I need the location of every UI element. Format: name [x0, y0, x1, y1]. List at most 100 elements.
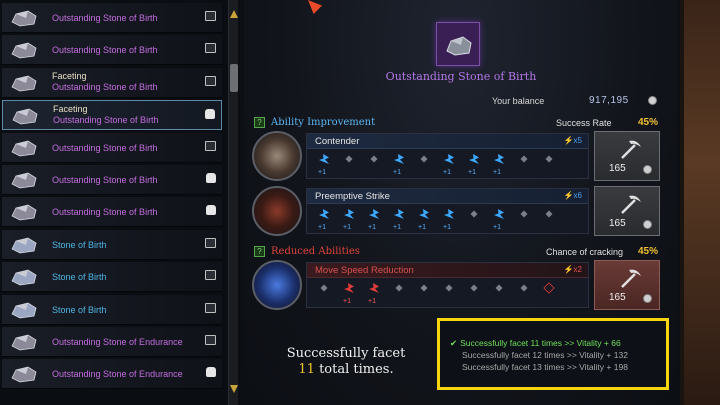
- result-text: Successfully facet 13 times >> Vitality …: [462, 362, 628, 372]
- success-facet-slot: [494, 209, 504, 219]
- crack-chance-value: 45%: [638, 246, 659, 257]
- list-item-status: Faceting: [52, 70, 87, 81]
- facet-cost: 165: [609, 218, 626, 229]
- empty-facet-slot: [470, 284, 478, 292]
- success-facet-slot: [444, 209, 454, 219]
- success-facet-slot: [469, 154, 479, 164]
- facet-plus-label: +1: [368, 224, 376, 231]
- list-item[interactable]: Faceting Outstanding Stone of Birth: [2, 100, 222, 131]
- list-item[interactable]: Stone of Birth: [2, 262, 222, 293]
- total-facets-summary: Successfully facet 11 total times.: [272, 346, 420, 378]
- list-item[interactable]: Outstanding Stone of Birth: [2, 165, 222, 195]
- list-item[interactable]: Outstanding Stone of Birth: [2, 132, 222, 163]
- total-line-1: Successfully facet: [286, 346, 406, 361]
- list-item[interactable]: Outstanding Stone of Endurance: [2, 359, 222, 390]
- facet-plus-label: +1: [493, 224, 501, 231]
- list-item-label: Outstanding Stone of Birth: [52, 45, 158, 56]
- ability-name: Move Speed Reduction: [315, 265, 414, 276]
- empty-facet-slot: [445, 284, 453, 292]
- silver-coin-icon: [643, 294, 652, 303]
- bag-icon: [206, 205, 216, 216]
- list-item-label: Stone of Birth: [52, 304, 107, 315]
- list-item[interactable]: Outstanding Stone of Endurance: [2, 327, 222, 357]
- list-item[interactable]: Outstanding Stone of Birth: [2, 197, 222, 228]
- empty-facet-slot: [420, 155, 428, 163]
- list-item[interactable]: Outstanding Stone of Birth: [2, 35, 222, 66]
- stone-icon: [11, 204, 37, 221]
- facet-button[interactable]: 165: [594, 260, 660, 310]
- faceting-panel: Outstanding Stone of Birth Your balance …: [244, 0, 678, 405]
- game-screen: { "list": { "items": [ {"line1": "", "li…: [0, 0, 720, 405]
- list-item-label: Outstanding Stone of Birth: [52, 175, 158, 185]
- silver-coin-icon: [643, 220, 652, 229]
- success-facet-slot: [444, 154, 454, 164]
- result-row: Successfully facet 13 times >> Vitality …: [462, 362, 628, 372]
- card-icon: [205, 140, 216, 151]
- facet-plus-label: +1: [443, 224, 451, 231]
- silver-coin-icon: [648, 96, 657, 105]
- success-facet-slot: [394, 154, 404, 164]
- success-facet-slot: [369, 209, 379, 219]
- ability-multiplier-value: x6: [573, 191, 582, 200]
- scroll-up-arrow-icon[interactable]: [230, 10, 238, 18]
- check-icon: ✔: [450, 338, 458, 348]
- stone-icon: [12, 108, 38, 125]
- list-item[interactable]: Faceting Outstanding Stone of Birth: [2, 67, 222, 98]
- success-facet-slot: [344, 209, 354, 219]
- facet-plus-label: +1: [443, 169, 451, 176]
- list-scrollbar[interactable]: [228, 0, 238, 405]
- ability-multiplier-value: x2: [573, 265, 582, 274]
- list-item[interactable]: Stone of Birth: [2, 294, 222, 325]
- facet-button[interactable]: 165: [594, 186, 660, 236]
- preemptive-strike-portrait-icon: [252, 186, 302, 236]
- list-item-label: Outstanding Stone of Endurance: [52, 337, 183, 347]
- stone-icon: [11, 75, 37, 92]
- reduced-abilities-heading: ? Reduced Abilities: [254, 246, 360, 257]
- result-text: Successfully facet 12 times >> Vitality …: [462, 350, 628, 360]
- ability-row-contender: Contender ⚡x5 +1 +1 +1 +1 +1 165: [252, 131, 660, 181]
- ability-name: Contender: [315, 136, 360, 147]
- empty-facet-slot: [320, 284, 328, 292]
- ability-row-move-speed-reduction: Move Speed Reduction ⚡x2 +1 +1 165: [252, 260, 660, 310]
- help-icon[interactable]: ?: [254, 117, 265, 128]
- card-icon: [205, 75, 216, 86]
- stone-icon: [11, 10, 37, 27]
- list-item[interactable]: Stone of Birth: [2, 229, 222, 260]
- facet-button[interactable]: 165: [594, 131, 660, 181]
- failed-facet-slot: [543, 282, 555, 294]
- facet-bar: Preemptive Strike ⚡x6 +1 +1 +1 +1 +1 +1 +1: [306, 188, 589, 234]
- success-facet-slot: [369, 283, 379, 293]
- empty-facet-slot: [495, 284, 503, 292]
- ability-row-preemptive-strike: Preemptive Strike ⚡x6 +1 +1 +1 +1 +1 +1 +1 165: [252, 186, 660, 236]
- success-facet-slot: [394, 209, 404, 219]
- success-rate-label: Success Rate: [556, 118, 612, 128]
- list-item-label: Outstanding Stone of Birth: [52, 81, 158, 92]
- bag-icon: [205, 109, 215, 120]
- success-facet-slot: [344, 283, 354, 293]
- card-icon: [205, 302, 216, 313]
- list-item[interactable]: Outstanding Stone of Birth: [2, 3, 222, 33]
- facet-plus-label: +1: [368, 298, 376, 305]
- silver-coin-icon: [643, 165, 652, 174]
- ability-multiplier: ⚡x6: [563, 191, 582, 200]
- crack-chance-label: Chance of cracking: [546, 247, 624, 257]
- stone-list: Outstanding Stone of Birth Outstanding St…: [0, 0, 240, 405]
- facet-plus-label: +1: [343, 298, 351, 305]
- ability-multiplier: ⚡x2: [563, 265, 582, 274]
- ability-multiplier-value: x5: [573, 136, 582, 145]
- empty-facet-slot: [520, 284, 528, 292]
- facet-plus-label: +1: [318, 224, 326, 231]
- balance-value: 917,195: [589, 95, 629, 106]
- empty-facet-slot: [395, 284, 403, 292]
- scroll-down-arrow-icon[interactable]: [230, 385, 238, 393]
- stone-icon: [11, 42, 37, 59]
- stone-icon: [11, 334, 37, 351]
- empty-facet-slot: [370, 155, 378, 163]
- scroll-thumb[interactable]: [230, 64, 238, 92]
- total-line-2: 11 total times.: [272, 362, 420, 378]
- total-count: 11: [298, 362, 315, 377]
- help-icon[interactable]: ?: [254, 246, 265, 257]
- facet-cost: 165: [609, 292, 626, 303]
- bag-icon: [206, 367, 216, 378]
- move-speed-portrait-icon: [252, 260, 302, 310]
